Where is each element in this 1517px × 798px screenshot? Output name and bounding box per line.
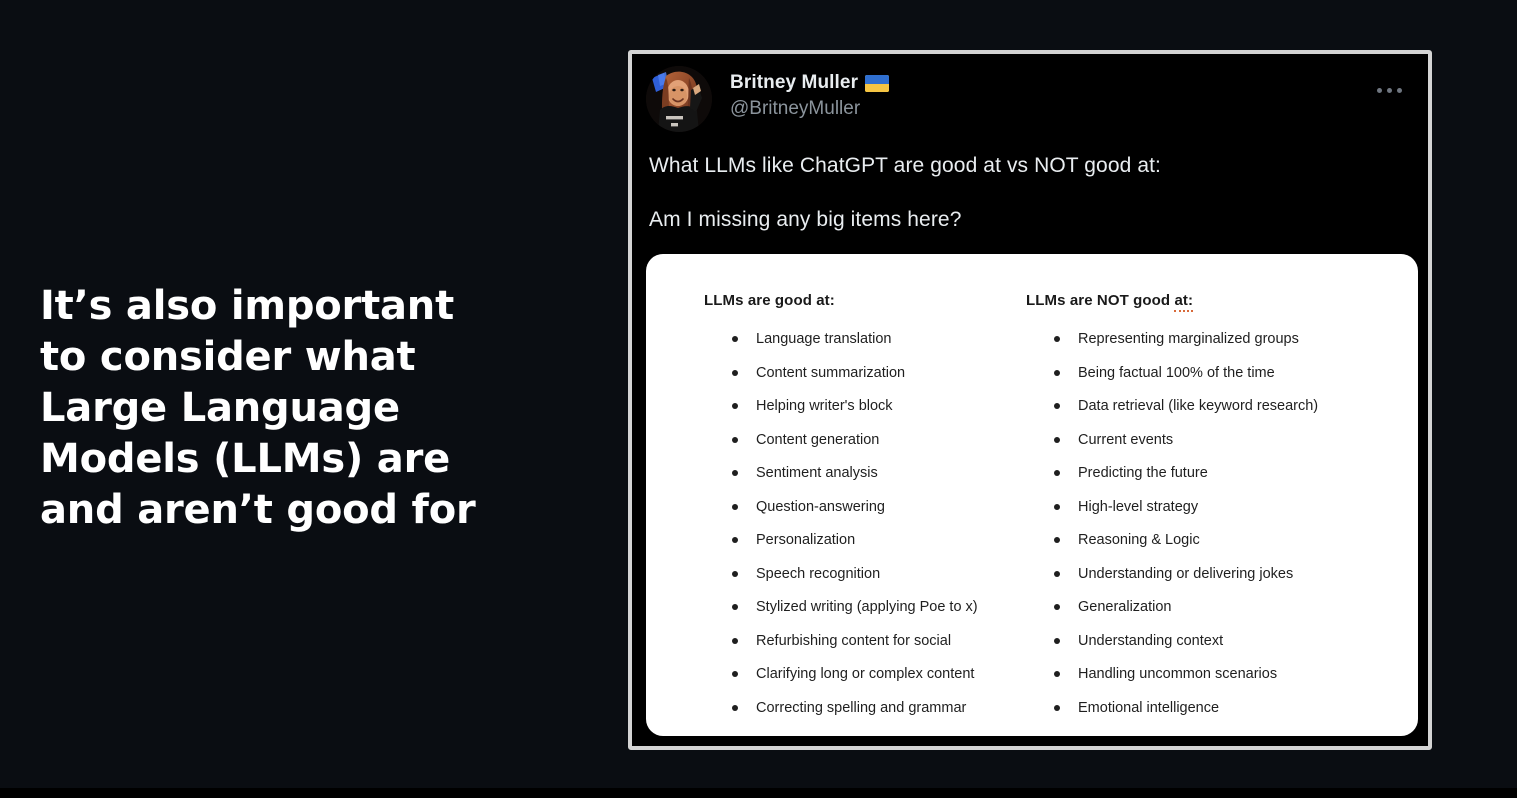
list-item: Correcting spelling and grammar xyxy=(704,699,986,733)
list-item-label: High-level strategy xyxy=(1078,498,1199,515)
list-item-label: Handling uncommon scenarios xyxy=(1078,666,1278,682)
list-item-label: Correcting spelling and grammar xyxy=(756,699,967,716)
column-heading-bad-plain: LLMs are NOT good xyxy=(1026,292,1175,309)
ukraine-flag-icon xyxy=(865,75,890,92)
list-item: Speech recognition xyxy=(704,565,986,599)
display-name-text: Britney Muller xyxy=(730,72,859,93)
list-item-label: Emotional intelligence xyxy=(1078,699,1220,716)
list-item: Generalization xyxy=(1026,598,1418,632)
column-heading-bad: LLMs are NOT good at: xyxy=(1026,292,1194,312)
bullet-dot-icon xyxy=(1054,704,1060,711)
column-heading-good: LLMs are good at: xyxy=(704,292,835,310)
list-item: Reasoning & Logic xyxy=(1026,531,1418,565)
tweet-card[interactable]: Britney Muller @BritneyMuller What LLMs … xyxy=(628,50,1432,750)
bullet-dot-icon xyxy=(1054,570,1060,577)
bullet-dot-icon xyxy=(732,403,738,409)
bullet-dot-icon xyxy=(732,436,738,443)
list-item-label: Predicting the future xyxy=(1078,465,1208,481)
slide-canvas: It’s also important to consider what Lar… xyxy=(0,0,1517,798)
list-item-label: Current events xyxy=(1078,431,1174,448)
bullet-dot-icon xyxy=(732,604,738,610)
list-item: Understanding or delivering jokes xyxy=(1026,565,1418,599)
list-item: Current events xyxy=(1026,431,1418,465)
bullet-dot-icon xyxy=(1054,503,1060,510)
list-item: Representing marginalized groups xyxy=(1026,330,1418,364)
bullet-dot-icon xyxy=(732,470,738,476)
list-item: Being factual 100% of the time xyxy=(1026,364,1418,398)
list-item: Understanding context xyxy=(1026,632,1418,666)
avatar[interactable] xyxy=(646,66,712,132)
list-item: Data retrieval (like keyword research) xyxy=(1026,397,1418,431)
list-item: Clarifying long or complex content xyxy=(704,665,986,699)
list-item-label: Sentiment analysis xyxy=(756,465,878,481)
list-item: Refurbishing content for social xyxy=(704,632,986,666)
bullet-dot-icon xyxy=(1054,470,1060,476)
list-item-label: Speech recognition xyxy=(756,565,881,582)
list-item-label: Stylized writing (applying Poe to x) xyxy=(756,599,978,615)
list-item-label: Language translation xyxy=(756,331,892,347)
tweet-header: Britney Muller @BritneyMuller xyxy=(646,66,1414,138)
list-item-label: Representing marginalized groups xyxy=(1078,331,1299,347)
bullet-dot-icon xyxy=(1054,637,1060,644)
tweet-identity: Britney Muller @BritneyMuller xyxy=(730,66,890,122)
list-item: Question-answering xyxy=(704,498,986,532)
bullet-dot-icon xyxy=(1054,336,1060,342)
display-name[interactable]: Britney Muller xyxy=(730,70,890,95)
list-item: Personalization xyxy=(704,531,986,565)
list-item-label: Generalization xyxy=(1078,599,1172,615)
tweet-embedded-image[interactable]: LLMs are good at: Language translation Co… xyxy=(646,254,1418,736)
list-item-label: Reasoning & Logic xyxy=(1078,532,1200,548)
list-item-label: Question-answering xyxy=(756,498,885,515)
tweet-card-inner: Britney Muller @BritneyMuller What LLMs … xyxy=(632,54,1428,746)
bullet-dot-icon xyxy=(1054,604,1060,610)
list-item-label: Data retrieval (like keyword research) xyxy=(1078,398,1319,414)
list-item: Sentiment analysis xyxy=(704,464,986,498)
list-item-label: Understanding or delivering jokes xyxy=(1078,565,1294,582)
list-item: Predicting the future xyxy=(1026,464,1418,498)
bullet-dot-icon xyxy=(732,503,738,510)
tweet-handle[interactable]: @BritneyMuller xyxy=(730,96,889,122)
bullet-dot-icon xyxy=(732,537,738,543)
bullet-dot-icon xyxy=(732,637,738,644)
list-item-label: Content generation xyxy=(756,431,880,448)
list-item-label: Being factual 100% of the time xyxy=(1078,364,1275,381)
column-heading-good-text: LLMs are good at: xyxy=(704,292,835,309)
list-item-label: Clarifying long or complex content xyxy=(756,666,975,682)
bottom-letterbox-strip xyxy=(0,788,1517,798)
bullet-dot-icon xyxy=(732,704,738,711)
column-heading-bad-misspelled: at: xyxy=(1174,292,1194,312)
list-item-label: Personalization xyxy=(756,532,856,548)
list-item: High-level strategy xyxy=(1026,498,1418,532)
bullet-dot-icon xyxy=(732,336,738,342)
slide-headline: It’s also important to consider what Lar… xyxy=(40,283,476,533)
column-llms-good-at: LLMs are good at: Language translation Co… xyxy=(646,292,986,732)
list-item: Language translation xyxy=(704,330,986,364)
list-item-label: Refurbishing content for social xyxy=(756,632,952,649)
list-item-label: Content summarization xyxy=(756,364,906,381)
list-item: Content summarization xyxy=(704,364,986,398)
bullet-dot-icon xyxy=(1054,671,1060,677)
more-horizontal-icon[interactable] xyxy=(1371,82,1408,99)
embed-columns: LLMs are good at: Language translation Co… xyxy=(646,254,1418,732)
column-llms-not-good-at: LLMs are NOT good at: Representing margi… xyxy=(986,292,1418,732)
bullet-dot-icon xyxy=(1054,369,1060,376)
bullet-dot-icon xyxy=(1054,537,1060,543)
tweet-body: What LLMs like ChatGPT are good at vs NO… xyxy=(646,152,1414,233)
bullet-dot-icon xyxy=(732,570,738,577)
list-item-label: Understanding context xyxy=(1078,632,1224,649)
bullet-dot-icon xyxy=(732,671,738,677)
bullet-dot-icon xyxy=(1054,403,1060,409)
tweet-body-line-2: Am I missing any big items here? xyxy=(649,208,962,231)
list-item-label: Helping writer's block xyxy=(756,398,893,414)
bullet-list-bad: Representing marginalized groups Being fa… xyxy=(1026,330,1418,732)
bullet-dot-icon xyxy=(732,369,738,376)
list-item: Helping writer's block xyxy=(704,397,986,431)
list-item: Emotional intelligence xyxy=(1026,699,1418,733)
bullet-list-good: Language translation Content summarizatio… xyxy=(704,330,986,732)
list-item: Content generation xyxy=(704,431,986,465)
list-item: Handling uncommon scenarios xyxy=(1026,665,1418,699)
bullet-dot-icon xyxy=(1054,436,1060,443)
list-item: Stylized writing (applying Poe to x) xyxy=(704,598,986,632)
tweet-body-line-1: What LLMs like ChatGPT are good at vs NO… xyxy=(649,154,1161,177)
